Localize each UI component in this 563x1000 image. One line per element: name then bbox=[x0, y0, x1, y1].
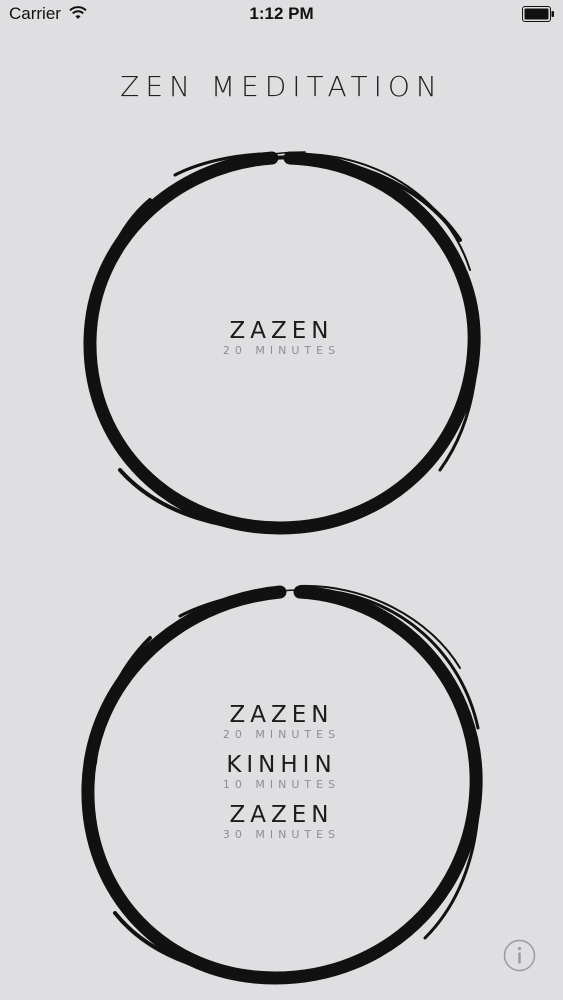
info-icon[interactable] bbox=[503, 939, 536, 972]
step-name: ZAZEN bbox=[229, 702, 334, 728]
session-button-1[interactable]: ZAZEN 20 MINUTES bbox=[0, 140, 563, 540]
status-bar: Carrier 1:12 PM bbox=[0, 0, 563, 30]
session-2-steps: ZAZEN 20 MINUTES KINHIN 10 MINUTES ZAZEN… bbox=[0, 702, 563, 842]
step-duration: 20 MINUTES bbox=[222, 728, 341, 741]
step-duration: 30 MINUTES bbox=[222, 828, 341, 841]
battery-full-icon bbox=[522, 6, 554, 22]
step-name: ZAZEN bbox=[229, 802, 334, 828]
clock: 1:12 PM bbox=[249, 4, 314, 23]
step-name: KINHIN bbox=[226, 752, 337, 778]
step-duration: 20 MINUTES bbox=[222, 344, 341, 357]
step-name: ZAZEN bbox=[229, 318, 334, 344]
session-1-steps: ZAZEN 20 MINUTES bbox=[0, 318, 563, 358]
page-title: ZEN MEDITATION bbox=[120, 70, 443, 103]
session-button-2[interactable]: ZAZEN 20 MINUTES KINHIN 10 MINUTES ZAZEN… bbox=[0, 578, 563, 990]
step-duration: 10 MINUTES bbox=[222, 778, 341, 791]
